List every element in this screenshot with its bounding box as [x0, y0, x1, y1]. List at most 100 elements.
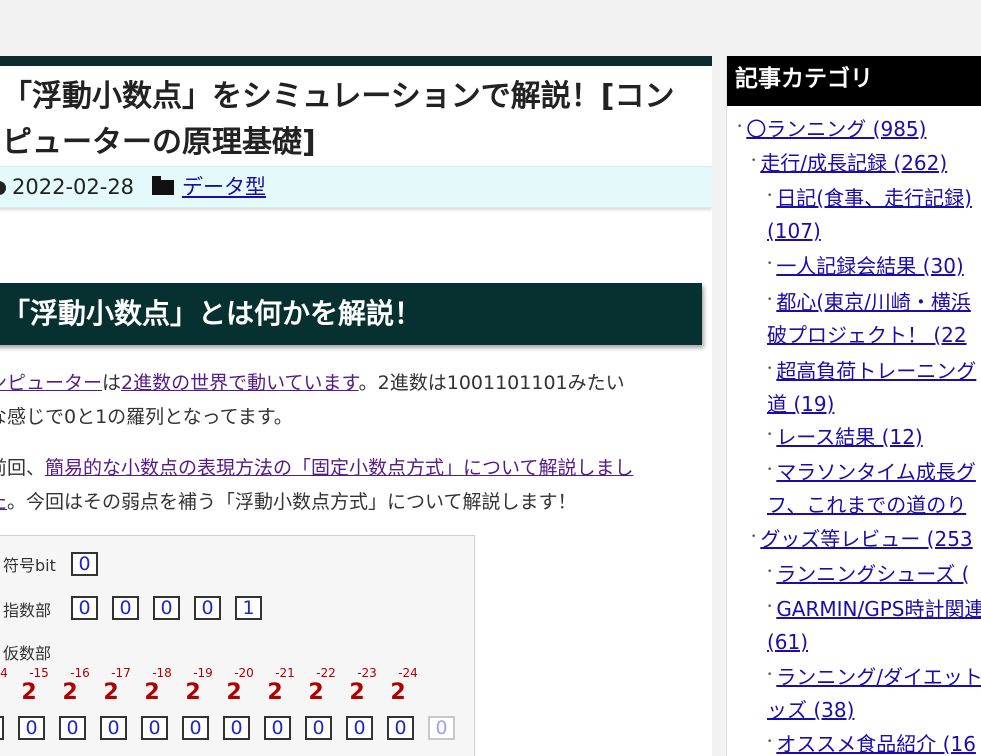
category-label: 超高負荷トレーニング: [776, 359, 977, 383]
sidebar-category-link[interactable]: オススメ食品紹介 (16: [776, 732, 976, 756]
sidebar-category-link[interactable]: 日記(食事、走行記録) (107): [767, 186, 972, 243]
sidebar-category-item[interactable]: • 都心(東京/川崎・横浜破プロジェクト！ (22: [767, 284, 971, 352]
sidebar-category-item[interactable]: • レース結果 (12): [767, 419, 923, 454]
category: データ型: [152, 167, 266, 207]
sidebar-category-item[interactable]: • マラソンタイム成長グ フ、これまでの道のり: [767, 454, 976, 522]
exponent-bit-box[interactable]: 0: [112, 596, 139, 620]
category-label: マラソンタイム成長グ: [776, 460, 976, 484]
sidebar-category-item[interactable]: • GARMIN/GPS時計関連 (61): [767, 591, 981, 659]
sidebar-category-item[interactable]: • 一人記録会結果 (30): [767, 248, 964, 283]
binary-world-link[interactable]: 2進数の世界で動いています: [121, 372, 359, 394]
mantissa-bit-box[interactable]: 0: [141, 716, 168, 740]
category-label-2: ッズ (38): [767, 698, 855, 722]
sidebar-category-link[interactable]: ランニングシューズ (: [776, 562, 969, 586]
base-two: 2: [62, 680, 78, 705]
post-date: 2022-02-28: [0, 167, 134, 207]
exponent-label: -18: [152, 666, 172, 680]
base-two: 2: [21, 680, 37, 705]
bullet-icon: •: [767, 364, 773, 374]
exponent-bit-box[interactable]: 0: [153, 596, 180, 620]
sidebar-category-link[interactable]: マラソンタイム成長グフ、これまでの道のり: [767, 460, 976, 517]
bullet-icon: •: [767, 602, 773, 612]
category-label: GARMIN/GPS時計関連: [776, 597, 981, 621]
mantissa-bit-box[interactable]: 1: [0, 716, 4, 740]
sidebar-category-link[interactable]: GARMIN/GPS時計関連 (61): [767, 597, 981, 654]
p2-text-1: 前回、: [0, 457, 46, 479]
mantissa-bit-box[interactable]: 0: [428, 716, 455, 740]
category-label: ランニング/ダイエット: [776, 665, 981, 689]
category-label-2: 破プロジェクト！ (22: [767, 323, 967, 347]
mantissa-label: 仮数部: [3, 644, 52, 663]
sidebar-category-item[interactable]: • 〇ランニング (985): [737, 111, 926, 146]
mantissa-bit-box[interactable]: 0: [223, 716, 250, 740]
bullet-icon: •: [767, 295, 773, 305]
sidebar-category-link[interactable]: 都心(東京/川崎・横浜破プロジェクト！ (22: [767, 290, 971, 347]
sidebar-category-item[interactable]: • 走行/成長記録 (262): [751, 145, 947, 180]
bullet-icon: •: [737, 122, 743, 132]
bullet-icon: •: [767, 191, 773, 201]
article-meta: 2022-02-28 データ型: [0, 166, 712, 208]
computer-link[interactable]: ンピューター: [0, 372, 102, 394]
article-main: 「浮動小数点」をシミュレーションで解説！[コン ピューターの原理基礎] 2022…: [0, 56, 712, 756]
category-label-2: (61): [767, 630, 809, 654]
sidebar-category-link[interactable]: グッズ等レビュー (253: [760, 527, 972, 551]
sidebar-category-link[interactable]: 走行/成長記録 (262): [760, 151, 947, 175]
category-label: オススメ食品紹介 (16: [776, 732, 976, 756]
bullet-icon: •: [751, 532, 757, 542]
bullet-icon: •: [751, 156, 757, 166]
section-heading: 「浮動小数点」とは何かを解説！: [0, 283, 702, 345]
base-two: 2: [185, 680, 201, 705]
sidebar-category-link[interactable]: ランニング/ダイエットッズ (38): [767, 665, 981, 722]
clock-icon: [0, 181, 6, 195]
sign-bit-label: 符号bit: [3, 556, 56, 575]
sidebar-category-item[interactable]: • ランニングシューズ (: [767, 556, 969, 591]
mantissa-bit-box[interactable]: 0: [18, 716, 45, 740]
paragraph-2: 前回、簡易的な小数点の表現方法の「固定小数点方式」について解説しました。今回はそ…: [0, 451, 704, 519]
article-title: 「浮動小数点」をシミュレーションで解説！[コン ピューターの原理基礎]: [2, 74, 702, 166]
mantissa-bit-box[interactable]: 0: [346, 716, 373, 740]
category-label-2: 道 (19): [767, 392, 835, 416]
title-line-1: 「浮動小数点」をシミュレーションで解説！[コン: [2, 79, 675, 114]
bullet-icon: •: [767, 259, 773, 269]
sidebar-category-item[interactable]: • グッズ等レビュー (253: [751, 521, 973, 556]
sidebar-heading: 記事カテゴリ: [727, 56, 981, 106]
base-two: 2: [390, 680, 406, 705]
category-label: 都心(東京/川崎・横浜: [776, 290, 971, 314]
base-two: 2: [0, 680, 3, 705]
exponent-label: -21: [275, 666, 295, 680]
category-label: 一人記録会結果 (30): [776, 254, 964, 278]
category-link[interactable]: データ型: [182, 175, 266, 199]
category-label-2: (107): [767, 219, 821, 243]
exponent-label: -20: [234, 666, 254, 680]
sidebar-category-item[interactable]: • ランニング/ダイエット ッズ (38): [767, 659, 981, 727]
sidebar-category-item[interactable]: • 日記(食事、走行記録) (107): [767, 180, 972, 248]
sign-bit-box[interactable]: 0: [71, 552, 98, 576]
mantissa-bit-box[interactable]: 0: [305, 716, 332, 740]
exponent-label: -16: [70, 666, 90, 680]
sidebar-category-link[interactable]: 一人記録会結果 (30): [776, 254, 963, 278]
base-two: 2: [144, 680, 160, 705]
mantissa-bit-box[interactable]: 0: [387, 716, 414, 740]
sidebar-category-link[interactable]: 〇ランニング (985): [746, 117, 926, 141]
fixed-point-link-text-2: た: [0, 491, 7, 513]
mantissa-bit-box[interactable]: 0: [264, 716, 291, 740]
exponent-bit-box[interactable]: 1: [235, 596, 262, 620]
sidebar-category-link[interactable]: レース結果 (12): [776, 425, 922, 449]
sidebar-category-item[interactable]: • 超高負荷トレーニング道 (19): [767, 353, 976, 421]
sidebar-category-link[interactable]: 超高負荷トレーニング道 (19): [767, 359, 976, 416]
bullet-icon: •: [767, 567, 773, 577]
sidebar-category-item[interactable]: • オススメ食品紹介 (16: [767, 726, 976, 756]
category-label-2: フ、これまでの道のり: [767, 493, 967, 517]
mantissa-bit-box[interactable]: 0: [182, 716, 209, 740]
mantissa-bit-box[interactable]: 0: [100, 716, 127, 740]
folder-icon: [152, 176, 174, 195]
p2-line-2: 。今回はその弱点を補う「浮動小数点方式」について解説します！: [7, 491, 577, 513]
mantissa-bit-box[interactable]: 0: [59, 716, 86, 740]
exponent-label: 指数部: [3, 601, 52, 620]
exponent-bit-box[interactable]: 0: [71, 596, 98, 620]
exponent-bit-box[interactable]: 0: [194, 596, 221, 620]
p1-line-2: な感じで0と1の羅列となってます。: [0, 406, 293, 428]
base-two: 2: [103, 680, 119, 705]
category-label: ランニングシューズ (: [776, 562, 970, 586]
category-label: 日記(食事、走行記録): [776, 186, 972, 210]
